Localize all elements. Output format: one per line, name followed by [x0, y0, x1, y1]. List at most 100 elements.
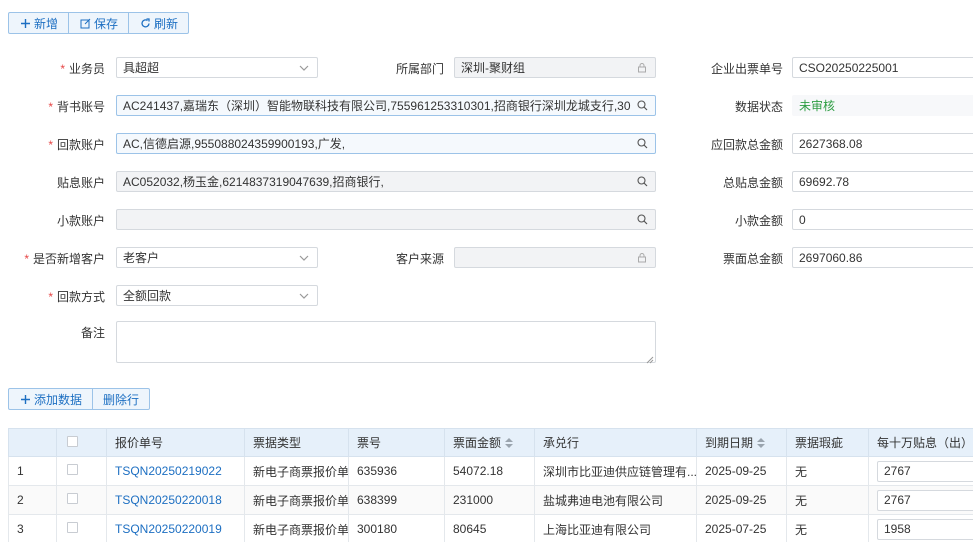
order-no-field[interactable]: CSO20250225001: [792, 57, 973, 78]
ticket-type-cell: 新电子商票报价单: [244, 514, 349, 542]
checkbox[interactable]: [67, 493, 78, 504]
row-select[interactable]: [56, 456, 107, 486]
table-row[interactable]: 3 TSQN20250220019 新电子商票报价单 300180 80645 …: [8, 514, 973, 542]
ticket-no-cell: 635936: [348, 456, 445, 486]
endorse-label: * 背书账号: [48, 100, 105, 114]
quote-no-link[interactable]: TSQN20250220019: [106, 514, 245, 542]
header-due-date[interactable]: 到期日期: [696, 428, 787, 457]
receivable-label: 应回款总金额: [710, 138, 783, 152]
chevron-down-icon: [297, 289, 311, 303]
ticket-no-cell: 638399: [348, 485, 445, 515]
flaw-cell: 无: [786, 456, 869, 486]
row-select[interactable]: [56, 514, 107, 542]
dept-field: 深圳-聚财组: [454, 57, 656, 78]
header-acceptor[interactable]: 承兑行: [534, 428, 697, 457]
repay-account-label: * 回款账户: [48, 138, 105, 152]
plus-icon: [19, 393, 31, 405]
sort-icon[interactable]: [757, 437, 766, 451]
save-button[interactable]: 保存: [69, 13, 130, 33]
checkbox[interactable]: [67, 464, 78, 475]
header-index: [8, 428, 57, 457]
acceptor-cell: 深圳市比亚迪供应链管理有...: [534, 456, 697, 486]
face-total-field[interactable]: 2697060.86: [792, 247, 973, 268]
row-select[interactable]: [56, 485, 107, 515]
checkbox[interactable]: [67, 522, 78, 533]
customer-source-label: 客户来源: [395, 252, 444, 266]
delete-row-label: 删除行: [103, 392, 140, 407]
header-ticket-no[interactable]: 票号: [348, 428, 445, 457]
save-button-label: 保存: [94, 16, 119, 31]
repay-account-field[interactable]: AC,信德启源,955088024359900193,广发,: [116, 133, 656, 154]
refresh-button-label: 刷新: [154, 16, 179, 31]
interest-cell: 1958: [868, 514, 973, 542]
search-icon[interactable]: [635, 99, 649, 113]
header-ticket-type[interactable]: 票据类型: [244, 428, 349, 457]
search-icon[interactable]: [635, 175, 649, 189]
chevron-down-icon: [297, 61, 311, 75]
discount-account-field[interactable]: AC052032,杨玉金,6214837319047639,招商银行,: [116, 171, 656, 192]
add-row-button[interactable]: 添加数据: [9, 389, 94, 409]
face-amount-cell: 80645: [444, 514, 535, 542]
total-discount-field[interactable]: 69692.78: [792, 171, 973, 192]
receivable-field[interactable]: 2627368.08: [792, 133, 973, 154]
checkbox[interactable]: [67, 435, 78, 447]
flaw-cell: 无: [786, 514, 869, 542]
table-header-row: 报价单号 票据类型 票号 票面金额 承兑行 到期日期 票据瑕疵 每十万贴息（出）: [8, 428, 973, 457]
repay-method-label: * 回款方式: [48, 290, 105, 304]
endorse-account-field[interactable]: AC241437,嘉瑞东（深圳）智能物联科技有限公司,7559612533103…: [116, 95, 656, 116]
sort-icon[interactable]: [505, 437, 514, 451]
row-index: 1: [8, 456, 57, 486]
add-button[interactable]: 新增: [9, 13, 70, 33]
small-amount-label: 小款金额: [734, 214, 783, 228]
delete-row-button[interactable]: 删除行: [93, 389, 149, 409]
due-date-cell: 2025-09-25: [696, 456, 787, 486]
status-label: 数据状态: [734, 100, 783, 114]
ticket-type-cell: 新电子商票报价单: [244, 485, 349, 515]
remark-textarea[interactable]: [116, 321, 656, 364]
interest-input[interactable]: 2767: [877, 460, 973, 482]
order-no-label: 企业出票单号: [710, 62, 783, 76]
salesman-select[interactable]: 具超超: [116, 57, 318, 78]
header-quote-no[interactable]: 报价单号: [106, 428, 245, 457]
quote-table: 报价单号 票据类型 票号 票面金额 承兑行 到期日期 票据瑕疵 每十万贴息（出）…: [8, 428, 973, 542]
table-row[interactable]: 1 TSQN20250219022 新电子商票报价单 635936 54072.…: [8, 456, 973, 486]
interest-input[interactable]: 1958: [877, 518, 973, 540]
face-amount-cell: 54072.18: [444, 456, 535, 486]
header-flaw[interactable]: 票据瑕疵: [786, 428, 869, 457]
face-amount-cell: 231000: [444, 485, 535, 515]
new-customer-select[interactable]: 老客户: [116, 247, 318, 268]
due-date-cell: 2025-07-25: [696, 514, 787, 542]
small-account-field[interactable]: [116, 209, 656, 230]
edit-icon: [79, 17, 91, 29]
add-button-label: 新增: [34, 16, 59, 31]
small-amount-field[interactable]: 0: [792, 209, 973, 230]
lock-icon: [635, 61, 649, 75]
main-toolbar: 新增 保存 刷新: [8, 12, 190, 34]
quote-no-link[interactable]: TSQN20250220018: [106, 485, 245, 515]
header-select-all[interactable]: [56, 428, 107, 457]
quote-no-link[interactable]: TSQN20250219022: [106, 456, 245, 486]
search-icon[interactable]: [635, 213, 649, 227]
row-index: 3: [8, 514, 57, 542]
refresh-button[interactable]: 刷新: [129, 13, 188, 33]
refresh-icon: [139, 17, 151, 29]
status-value: 未审核: [792, 95, 973, 116]
row-index: 2: [8, 485, 57, 515]
header-interest[interactable]: 每十万贴息（出）: [868, 428, 973, 457]
remark-label: 备注: [80, 326, 105, 340]
search-icon[interactable]: [635, 137, 649, 151]
interest-input[interactable]: 2767: [877, 489, 973, 511]
face-total-label: 票面总金额: [722, 252, 783, 266]
table-row[interactable]: 2 TSQN20250220018 新电子商票报价单 638399 231000…: [8, 485, 973, 515]
salesman-label: * 业务员: [60, 62, 105, 76]
repay-method-select[interactable]: 全额回款: [116, 285, 318, 306]
resize-handle-icon[interactable]: [646, 353, 654, 364]
header-face-amount[interactable]: 票面金额: [444, 428, 535, 457]
flaw-cell: 无: [786, 485, 869, 515]
acceptor-cell: 盐城弗迪电池有限公司: [534, 485, 697, 515]
ticket-no-cell: 300180: [348, 514, 445, 542]
chevron-down-icon: [297, 251, 311, 265]
interest-cell: 2767: [868, 485, 973, 515]
discount-account-label: 贴息账户: [56, 176, 105, 190]
total-discount-label: 总贴息金额: [722, 176, 783, 190]
